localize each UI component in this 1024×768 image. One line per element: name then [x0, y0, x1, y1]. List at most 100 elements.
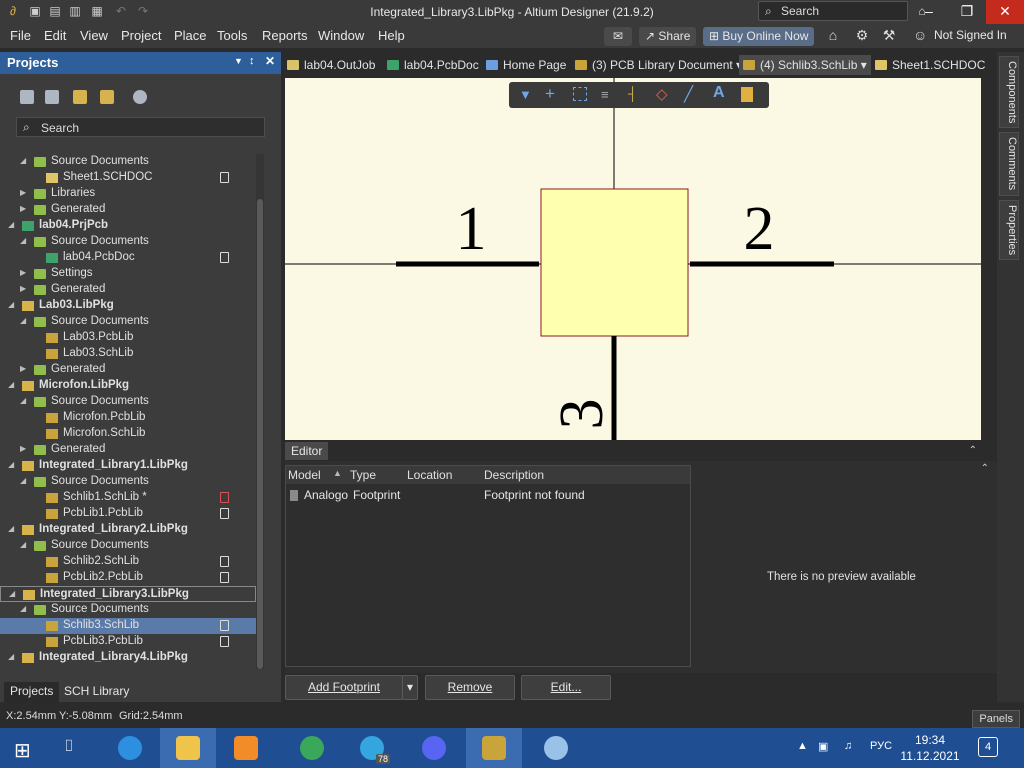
collapse-arrow-icon[interactable]: ◢: [8, 524, 14, 533]
volume-icon[interactable]: ♫: [844, 740, 852, 752]
menu-view[interactable]: View: [80, 28, 108, 43]
expand-arrow-icon[interactable]: ▶: [20, 204, 26, 213]
col-description[interactable]: Description: [484, 468, 544, 482]
tab-components[interactable]: Components: [999, 56, 1019, 128]
tools-icon[interactable]: ⚒: [882, 28, 896, 42]
tree-item[interactable]: Sheet1.SCHDOC: [0, 170, 256, 186]
taskbar-paint[interactable]: [528, 728, 584, 768]
open-project-folder-icon[interactable]: [73, 90, 87, 104]
menu-file[interactable]: File: [10, 28, 31, 43]
expand-arrow-icon[interactable]: ▶: [20, 444, 26, 453]
tree-item[interactable]: Schlib1.SchLib *: [0, 490, 256, 506]
expand-arrow-icon[interactable]: ▶: [20, 284, 26, 293]
col-model[interactable]: Model: [288, 468, 321, 482]
tab-comments[interactable]: Comments: [999, 132, 1019, 196]
task-view-button[interactable]: ⌷: [44, 728, 100, 768]
collapse-arrow-icon[interactable]: ◢: [20, 396, 26, 405]
tree-item[interactable]: PcbLib2.PcbLib: [0, 570, 256, 586]
share-button[interactable]: ↗ Share: [639, 27, 697, 46]
taskbar-edge[interactable]: [102, 728, 158, 768]
tree-item[interactable]: Schlib3.SchLib: [0, 618, 256, 634]
taskbar-chrome[interactable]: [284, 728, 340, 768]
comment-icon[interactable]: ✉: [604, 27, 632, 46]
place-ieee-icon[interactable]: ◇: [656, 85, 668, 103]
collapse-arrow-icon[interactable]: ◢: [20, 476, 26, 485]
schematic-canvas[interactable]: 1 2 3 ▼ + ≡ ┤ ◇ ╱ A: [285, 78, 981, 440]
tab-lab04-pcbdoc[interactable]: lab04.PcbDoc: [387, 55, 479, 75]
close-button[interactable]: ✕: [986, 0, 1024, 24]
tree-item[interactable]: lab04.PcbDoc: [0, 250, 256, 266]
edit-button[interactable]: Edit...: [521, 675, 611, 700]
system-clock[interactable]: 19:34 11.12.2021: [900, 732, 960, 764]
notifications-bell-icon[interactable]: ⌂: [826, 28, 840, 42]
buy-online-button[interactable]: ⊞ Buy Online Now: [703, 27, 815, 46]
tree-item[interactable]: ◢ Integrated_Library3.LibPkg: [0, 586, 256, 602]
tab-projects[interactable]: Projects: [4, 682, 60, 702]
global-search-input[interactable]: ⌕ Search: [758, 1, 908, 21]
filter-icon[interactable]: ▼: [519, 87, 532, 102]
component-body[interactable]: [540, 188, 689, 337]
menu-tools[interactable]: Tools: [217, 28, 247, 43]
menu-edit[interactable]: Edit: [44, 28, 66, 43]
collapse-arrow-icon[interactable]: ◢: [8, 380, 14, 389]
tree-item[interactable]: Microfon.PcbLib: [0, 410, 256, 426]
tree-item[interactable]: PcbLib1.PcbLib: [0, 506, 256, 522]
tab-home-page[interactable]: Home Page: [486, 55, 566, 75]
menu-help[interactable]: Help: [378, 28, 405, 43]
panels-button[interactable]: Panels: [972, 710, 1020, 728]
tab-sheet1-schdoc[interactable]: Sheet1.SCHDOC: [875, 55, 985, 75]
tab-pcb-library-document[interactable]: (3) PCB Library Document ▾: [575, 55, 742, 75]
expand-arrow-icon[interactable]: ▶: [20, 364, 26, 373]
collapse-arrow-icon[interactable]: ◢: [20, 604, 26, 613]
collapse-arrow-icon[interactable]: ◢: [20, 236, 26, 245]
tree-item[interactable]: ◢ Integrated_Library2.LibPkg: [0, 522, 256, 538]
tree-item[interactable]: ◢ Source Documents: [0, 538, 256, 554]
panel-close-icon[interactable]: ✕: [265, 54, 275, 68]
scrollbar-thumb[interactable]: [257, 199, 263, 669]
expand-arrow-icon[interactable]: ▶: [20, 188, 26, 197]
tree-item[interactable]: ◢ Source Documents: [0, 602, 256, 618]
network-icon[interactable]: ▣: [818, 740, 828, 753]
collapse-arrow-icon[interactable]: ◢: [20, 540, 26, 549]
menu-reports[interactable]: Reports: [262, 28, 308, 43]
collapse-arrow-icon[interactable]: ◢: [8, 460, 14, 469]
projects-search-input[interactable]: ⌕ Search: [16, 117, 265, 137]
panel-menu-icon[interactable]: ▼: [234, 56, 243, 66]
taskbar-telegram[interactable]: 78: [344, 728, 400, 768]
col-location[interactable]: Location: [407, 468, 452, 482]
pin-icon[interactable]: ↕: [249, 55, 255, 67]
tree-item[interactable]: Schlib2.SchLib: [0, 554, 256, 570]
tray-expand-icon[interactable]: ▲: [797, 740, 808, 752]
remove-button[interactable]: Remove: [425, 675, 515, 700]
tree-item[interactable]: ◢ Source Documents: [0, 154, 256, 170]
tree-item[interactable]: ◢ lab04.PrjPcb: [0, 218, 256, 234]
menu-project[interactable]: Project: [121, 28, 161, 43]
editor-tab[interactable]: Editor: [285, 442, 329, 460]
collapse-arrow-icon[interactable]: ◢: [8, 220, 14, 229]
tab-schlib3-active[interactable]: (4) Schlib3.SchLib ▾: [739, 55, 871, 75]
restore-button[interactable]: ❐: [948, 0, 986, 24]
select-icon[interactable]: [573, 87, 587, 101]
tree-item[interactable]: ▶ Generated: [0, 282, 256, 298]
place-part-icon[interactable]: [741, 87, 753, 102]
taskbar-file-explorer[interactable]: [160, 728, 216, 768]
expand-arrow-icon[interactable]: ▶: [20, 268, 26, 277]
minimize-button[interactable]: –: [910, 0, 948, 24]
menu-place[interactable]: Place: [174, 28, 207, 43]
project-options-icon[interactable]: [100, 90, 114, 104]
settings-gear-icon[interactable]: ⚙: [855, 28, 869, 42]
place-pin-icon[interactable]: ┤: [628, 86, 637, 101]
user-status[interactable]: Not Signed In: [934, 28, 1007, 42]
collapse-arrow-icon[interactable]: ◢: [8, 652, 14, 661]
col-type[interactable]: Type: [350, 468, 376, 482]
save-project-icon[interactable]: [20, 90, 34, 104]
menu-window[interactable]: Window: [318, 28, 364, 43]
collapse-arrow-icon[interactable]: ◢: [9, 589, 15, 598]
tree-item[interactable]: ◢ Integrated_Library1.LibPkg: [0, 458, 256, 474]
collapse-preview-icon[interactable]: ⌃: [981, 463, 989, 474]
place-text-icon[interactable]: A: [713, 84, 725, 102]
tree-item[interactable]: Lab03.PcbLib: [0, 330, 256, 346]
add-footprint-button[interactable]: Add Footprint: [285, 675, 403, 700]
taskbar-altium[interactable]: [466, 728, 522, 768]
tree-item[interactable]: ◢ Integrated_Library4.LibPkg: [0, 650, 256, 666]
